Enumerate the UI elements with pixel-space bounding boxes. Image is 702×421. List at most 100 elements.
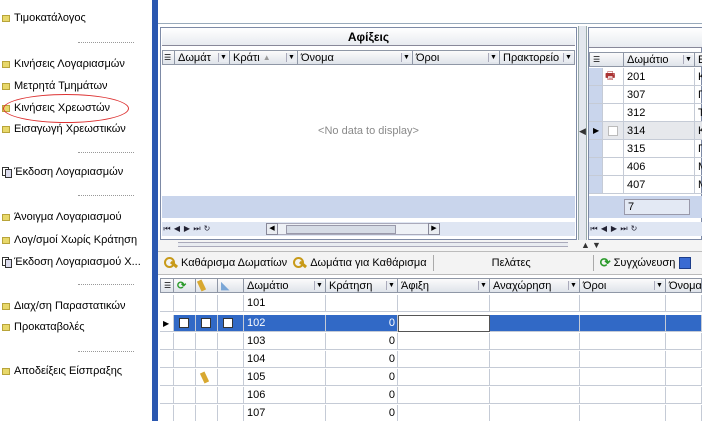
checkbox[interactable] [608, 125, 618, 136]
column-header-name[interactable]: Όνομα ▼ [298, 50, 413, 65]
column-header-terms[interactable]: Όροι ▼ [580, 278, 666, 293]
sidebar-item-account-movements[interactable]: Κινήσεις Λογαριασμών [2, 57, 125, 71]
column-header-room[interactable]: Δωμάτιο ▼ [244, 278, 326, 293]
column-header-room[interactable]: Δωμάτιο ▼ [624, 52, 695, 67]
column-header-name[interactable]: Ε [695, 52, 702, 67]
table-row[interactable]: 315 Γ [589, 140, 702, 158]
table-row[interactable]: 407 Μ [589, 176, 702, 194]
row-indicator [589, 140, 603, 158]
table-row[interactable]: 🖶 201 Κ [589, 68, 702, 86]
status-cell [174, 351, 196, 368]
dropdown-arrow-icon[interactable]: ▼ [218, 53, 228, 62]
sidebar-item-manage-documents[interactable]: Διαχ/ση Παραστατικών [2, 299, 125, 313]
room-number: 314 [624, 122, 695, 140]
column-chooser-icon[interactable]: ☰ [160, 278, 174, 293]
table-row[interactable]: 106 0 [160, 387, 702, 404]
refresh-icon[interactable]: ↻ [202, 224, 212, 234]
dropdown-arrow-icon[interactable]: ▼ [386, 281, 396, 290]
sidebar-item-accounts-without-reservation[interactable]: Λογ/σμοί Χωρίς Κράτηση [2, 233, 137, 247]
clean-rooms-button[interactable]: Καθάρισμα Δωματίων [164, 257, 287, 269]
first-record-icon[interactable]: ⏮ [162, 224, 172, 234]
sidebar-item-issue-accounts[interactable]: Έκδοση Λογαριασμών [2, 165, 123, 179]
expand-up-arrow-icon[interactable]: ▲ [581, 240, 590, 250]
clean-checkbox-cell[interactable] [196, 315, 218, 332]
sidebar-item-prepayments[interactable]: Προκαταβολές [2, 320, 85, 334]
collapse-arrow-icon[interactable]: ◀ [579, 126, 586, 137]
reservation-value: 0 [326, 351, 398, 368]
name-cell [666, 333, 702, 350]
sidebar-item-receipts[interactable]: Αποδείξεις Είσπραξης [2, 364, 122, 378]
customers-button[interactable]: Πελάτες [492, 257, 531, 269]
dropdown-arrow-icon[interactable]: ▼ [654, 281, 664, 290]
column-header-room[interactable]: Δωμάτ ▼ [175, 50, 230, 65]
column-header-departure[interactable]: Αναχώρηση ▼ [490, 278, 580, 293]
sidebar-item-pricelist[interactable]: Τιμοκατάλογος [2, 11, 86, 25]
sidebar-item-open-account[interactable]: Άνοιγμα Λογαριασμού [2, 210, 122, 224]
rooms-panel-title [589, 28, 702, 48]
table-row[interactable]: 105 0 [160, 369, 702, 386]
iron-icon[interactable]: ◣ [218, 278, 244, 293]
rooms-to-clean-button[interactable]: Δωμάτια για Καθάρισμα [293, 257, 427, 269]
table-row-selected[interactable]: ▶ 314 Κ [589, 122, 702, 140]
column-header-agency[interactable]: Πρακτορείο ▼ [500, 50, 575, 65]
column-chooser-icon[interactable]: ☰ [162, 50, 175, 65]
table-row-selected[interactable]: ▶ 102 0 [160, 315, 702, 332]
row-indicator [160, 405, 174, 421]
refresh-icon[interactable]: ↻ [629, 224, 639, 234]
table-row[interactable]: 103 0 [160, 333, 702, 350]
next-record-icon[interactable]: ▶ [182, 224, 192, 234]
scrollbar-thumb[interactable] [286, 225, 396, 234]
next-record-icon[interactable]: ▶ [609, 224, 619, 234]
dropdown-arrow-icon[interactable]: ▼ [314, 281, 324, 290]
sidebar-item-enter-debits[interactable]: Εισαγωγή Χρεωστικών [2, 122, 126, 136]
merge-button[interactable]: ⟳ Συγχώνευση [600, 255, 676, 271]
first-record-icon[interactable]: ⏮ [589, 224, 599, 234]
broom-icon[interactable] [196, 278, 218, 293]
dropdown-arrow-icon[interactable]: ▼ [683, 55, 693, 64]
column-header-reservation[interactable]: Κράτηση ▼ [326, 278, 398, 293]
refresh-icon[interactable]: ⟳ [174, 278, 196, 293]
column-chooser-icon[interactable]: ☰ [589, 52, 624, 67]
guest-name: Κ [695, 68, 702, 86]
dropdown-arrow-icon[interactable]: ▼ [488, 53, 498, 62]
table-row[interactable]: 104 0 [160, 351, 702, 368]
table-row[interactable]: 101 [160, 295, 702, 312]
terms-cell [580, 351, 666, 368]
sidebar-item-issue-account-x[interactable]: Έκδοση Λογαριασμού Χ... [2, 255, 141, 269]
calendar-icon[interactable] [679, 257, 692, 269]
column-header-terms[interactable]: Όροι ▼ [413, 50, 500, 65]
scroll-right-button[interactable]: ▶ [428, 223, 440, 235]
arrival-cell-focused[interactable] [398, 315, 490, 332]
horizontal-scrollbar[interactable] [278, 223, 428, 235]
dropdown-arrow-icon[interactable]: ▼ [401, 53, 411, 62]
dropdown-arrow-icon[interactable]: ▼ [286, 53, 296, 62]
column-header-reservation[interactable]: Κράτι ▲ ▼ [230, 50, 298, 65]
table-row[interactable]: 406 Μ [589, 158, 702, 176]
horizontal-splitter[interactable]: ▲ ▼ [158, 240, 702, 251]
dropdown-arrow-icon[interactable]: ▼ [478, 281, 488, 290]
splitter-grip[interactable] [178, 242, 568, 247]
sidebar-item-department-cash[interactable]: Μετρητά Τμημάτων [2, 79, 108, 93]
prev-record-icon[interactable]: ◀ [599, 224, 609, 234]
dropdown-arrow-icon[interactable]: ▼ [568, 281, 578, 290]
last-record-icon[interactable]: ⏭ [619, 224, 629, 234]
iron-checkbox-cell[interactable] [218, 315, 244, 332]
checkbox[interactable] [201, 318, 211, 328]
scroll-left-button[interactable]: ◀ [266, 223, 278, 235]
table-row[interactable]: 307 Π [589, 86, 702, 104]
checkbox[interactable] [179, 318, 189, 328]
table-row[interactable]: 312 Τ [589, 104, 702, 122]
column-header-name[interactable]: Όνομα [666, 278, 702, 293]
sidebar-divider[interactable] [151, 0, 158, 421]
column-header-arrival[interactable]: Άφιξη ▼ [398, 278, 490, 293]
checkbox[interactable] [223, 318, 233, 328]
table-row[interactable]: 107 0 [160, 405, 702, 421]
prev-record-icon[interactable]: ◀ [172, 224, 182, 234]
row-checkbox-cell[interactable] [603, 122, 624, 140]
collapse-down-arrow-icon[interactable]: ▼ [592, 240, 601, 250]
rooms-footer: 7 [589, 196, 702, 218]
dropdown-arrow-icon[interactable]: ▼ [563, 53, 573, 62]
status-checkbox-cell[interactable] [174, 315, 196, 332]
last-record-icon[interactable]: ⏭ [192, 224, 202, 234]
departure-cell [490, 351, 580, 368]
